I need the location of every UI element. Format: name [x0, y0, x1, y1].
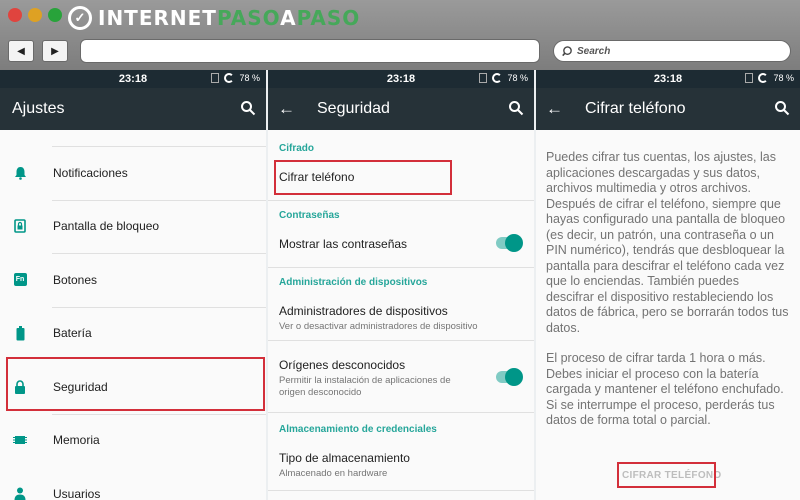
back-arrow-icon[interactable]: ← [546, 99, 563, 119]
divider [52, 146, 266, 147]
battery-ring-icon [758, 73, 769, 83]
settings-item-usuarios[interactable]: Usuarios [0, 467, 266, 500]
ajustes-screen: 23:18 78 % Ajustes Notificaciones Pantal… [0, 70, 266, 500]
status-time: 23:18 [118, 73, 148, 85]
battery-ring-icon [492, 73, 503, 83]
row-origenes-desconocidos[interactable]: Orígenes desconocidos Permitir la instal… [268, 358, 534, 402]
mostrar-contrasenas-toggle[interactable] [496, 234, 523, 252]
forward-nav-button[interactable]: ▶ [42, 40, 68, 62]
settings-item-label: Botones [53, 272, 98, 287]
bell-icon [13, 166, 27, 180]
settings-item-label: Batería [53, 326, 92, 341]
description-paragraph: Puedes cifrar tus cuentas, los ajustes, … [546, 150, 789, 335]
site-logo: ✓ INTERNETPASOAPASO [68, 4, 360, 32]
status-time: 23:18 [653, 73, 683, 85]
search-icon[interactable] [774, 100, 790, 116]
row-administradores[interactable]: Administradores de dispositivos Ver o de… [268, 304, 534, 333]
seguridad-screen: 23:18 78 % ← Seguridad Cifrado Cifrar te… [268, 70, 534, 500]
page-title: Cifrar teléfono [585, 100, 686, 117]
app-bar: ← Cifrar teléfono [536, 88, 800, 130]
section-header-credenciales: Almacenamiento de credenciales [279, 424, 437, 435]
settings-item-label: Pantalla de bloqueo [53, 219, 160, 234]
divider [268, 412, 534, 413]
origenes-toggle[interactable] [496, 368, 523, 386]
logo-mark-icon: ✓ [68, 6, 92, 30]
browser-chrome: ✓ INTERNETPASOAPASO ◀ ▶ Search [0, 0, 800, 70]
settings-item-notificaciones[interactable]: Notificaciones [0, 146, 266, 200]
settings-item-bateria[interactable]: Batería [0, 306, 266, 361]
status-bar: 23:18 78 % [268, 70, 534, 88]
divider [52, 253, 266, 254]
memory-chip-icon [13, 433, 27, 447]
battery-ring-icon [224, 73, 235, 83]
settings-item-label: Memoria [53, 433, 100, 448]
status-bar: 23:18 78 % [0, 70, 266, 88]
description-paragraph: El proceso de cifrar tarda 1 hora o más.… [546, 351, 784, 427]
minimize-window-button[interactable] [28, 8, 42, 22]
fn-key-icon: Fn [13, 273, 27, 287]
highlight-box-seguridad [6, 357, 265, 411]
window-controls [8, 8, 62, 22]
status-time: 23:18 [386, 73, 416, 85]
section-header-admin: Administración de dispositivos [279, 277, 428, 288]
search-icon[interactable] [240, 100, 256, 116]
battery-level: 78 % [507, 73, 528, 83]
highlight-box-cifrar [274, 160, 452, 195]
browser-search-input[interactable]: Search [553, 40, 791, 62]
no-sim-icon [745, 73, 754, 83]
search-icon[interactable] [508, 100, 524, 116]
divider [268, 490, 534, 491]
status-bar: 23:18 78 % [536, 70, 800, 88]
divider [52, 413, 266, 415]
back-arrow-icon[interactable]: ← [278, 99, 295, 119]
logo-text: INTERNETPASOAPASO [98, 6, 361, 30]
battery-icon [13, 325, 27, 341]
url-bar[interactable] [80, 39, 540, 63]
divider [52, 306, 266, 308]
lock-screen-icon [13, 219, 27, 234]
battery-level: 78 % [773, 73, 794, 83]
divider [268, 340, 534, 341]
row-tipo-almacenamiento[interactable]: Tipo de almacenamiento Almacenado en har… [268, 451, 534, 480]
page-title: Seguridad [317, 100, 390, 117]
settings-item-memoria[interactable]: Memoria [0, 413, 266, 468]
no-sim-icon [479, 73, 488, 83]
highlight-box-cifrar-button [617, 462, 716, 488]
settings-list: Notificaciones Pantalla de bloqueo Fn Bo… [0, 130, 266, 500]
settings-item-botones[interactable]: Fn Botones [0, 253, 266, 307]
person-icon [13, 487, 27, 500]
app-bar: Ajustes [0, 88, 266, 130]
page-title: Ajustes [12, 100, 65, 117]
row-mostrar-contrasenas[interactable]: Mostrar las contraseñas [268, 234, 534, 257]
triangle-left-icon: ◀ [17, 45, 25, 57]
settings-item-label: Usuarios [53, 486, 101, 500]
battery-level: 78 % [239, 73, 260, 83]
no-sim-icon [211, 73, 220, 83]
settings-item-pantalla-de-bloqueo[interactable]: Pantalla de bloqueo [0, 199, 266, 254]
section-header-cifrado: Cifrado [279, 143, 314, 154]
divider [268, 267, 534, 268]
section-header-contrasenas: Contraseñas [279, 210, 340, 221]
search-placeholder: Search [577, 45, 611, 57]
divider [268, 200, 534, 201]
back-nav-button[interactable]: ◀ [8, 40, 34, 62]
cifrar-telefono-screen: 23:18 78 % ← Cifrar teléfono Puedes cifr… [536, 70, 800, 500]
app-bar: ← Seguridad [268, 88, 534, 130]
encryption-description: Puedes cifrar tus cuentas, los ajustes, … [536, 130, 800, 429]
divider [52, 199, 266, 201]
close-window-button[interactable] [8, 8, 22, 22]
settings-item-label: Notificaciones [53, 165, 128, 180]
magnifier-icon [562, 45, 572, 56]
triangle-right-icon: ▶ [51, 45, 59, 57]
maximize-window-button[interactable] [48, 8, 62, 22]
